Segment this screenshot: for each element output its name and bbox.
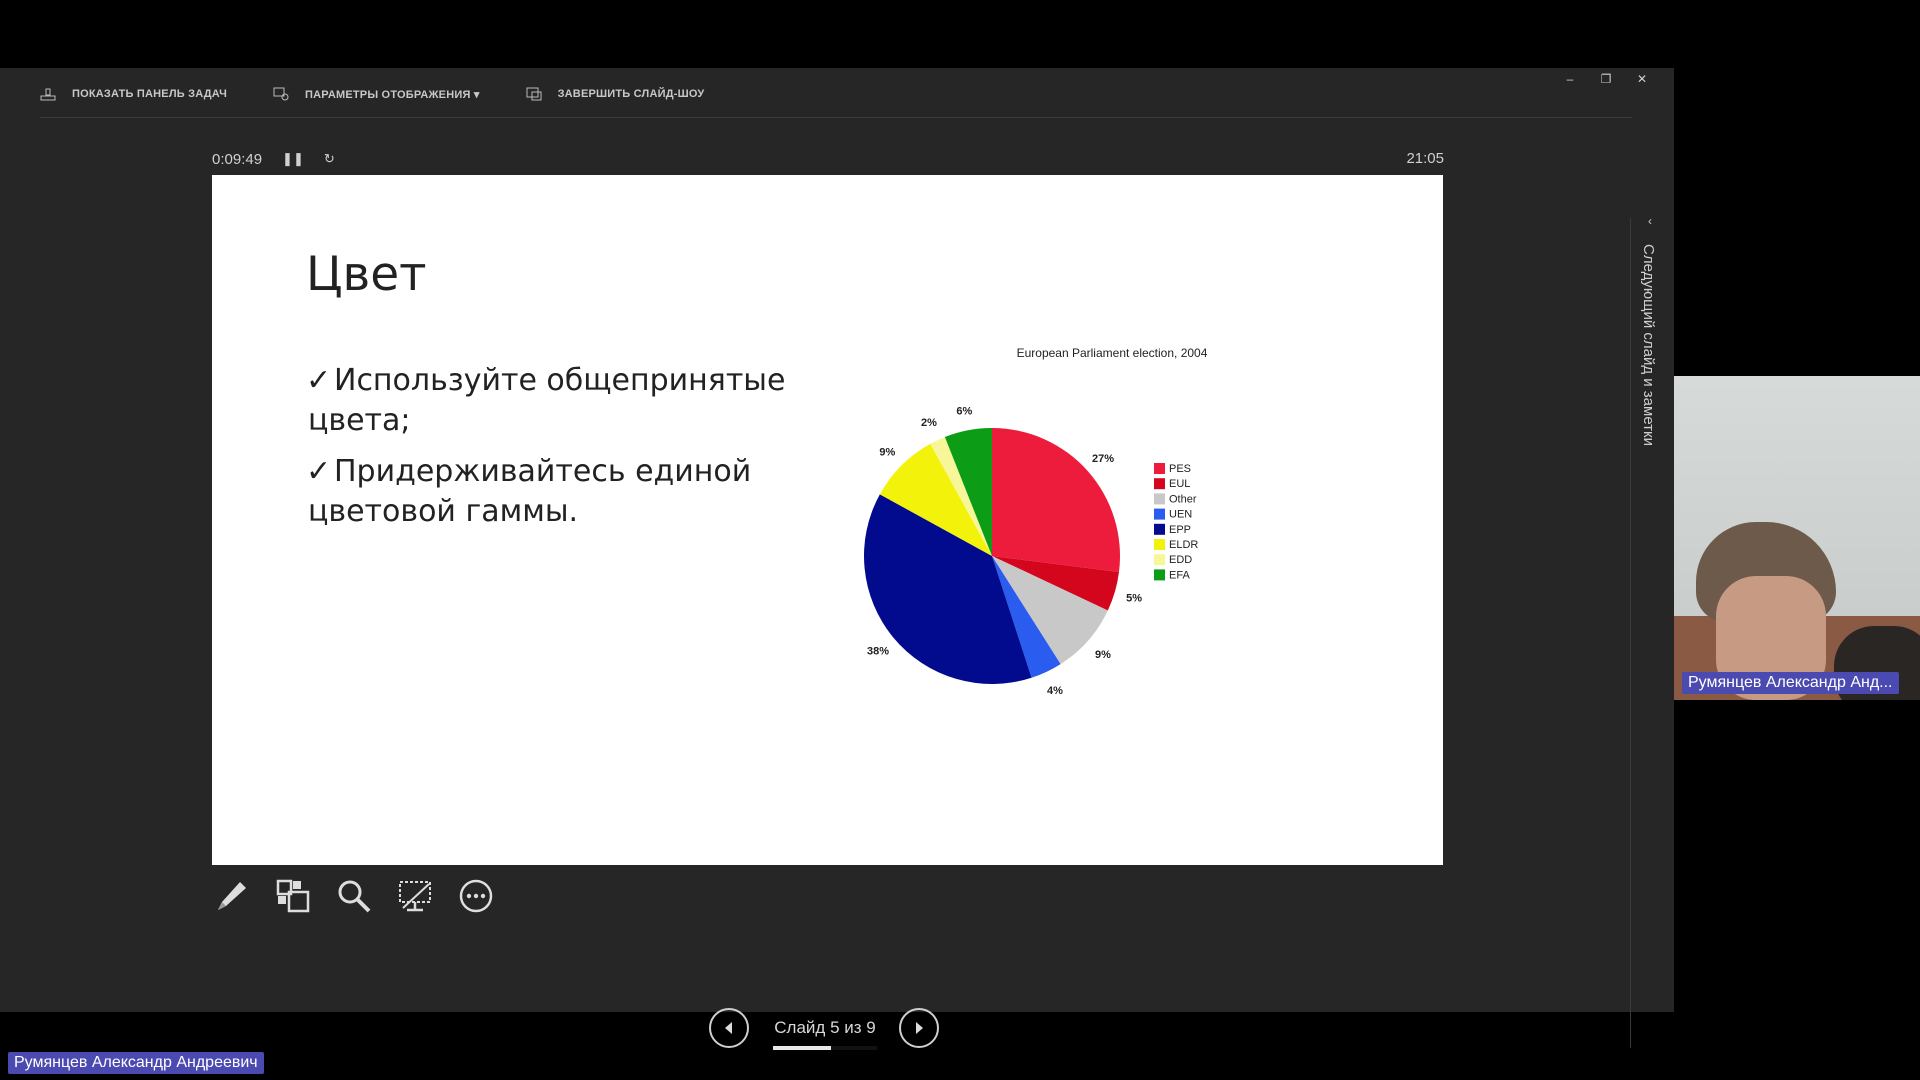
- pie-value-label: 27%: [1092, 453, 1114, 465]
- pie-value-label: 4%: [1047, 685, 1063, 697]
- legend-label: Other: [1169, 493, 1197, 505]
- timer-row: 0:09:49 ❚❚ ↻ 21:05: [212, 148, 1444, 170]
- bullet-item: ✓Используйте общепринятые цвета;: [306, 361, 828, 441]
- zoom-icon[interactable]: [334, 876, 374, 916]
- show-taskbar-label: ПОКАЗАТЬ ПАНЕЛЬ ЗАДАЧ: [72, 88, 228, 100]
- slide-progress-fill: [773, 1046, 832, 1050]
- previous-slide-button[interactable]: [709, 1008, 749, 1048]
- reset-icon[interactable]: ↻: [324, 151, 335, 167]
- legend-label: EPP: [1169, 524, 1191, 536]
- pause-icon[interactable]: ❚❚: [282, 151, 304, 167]
- slide-progress-bar: [773, 1046, 877, 1050]
- check-icon: ✓: [306, 363, 332, 398]
- legend-swatch: [1154, 523, 1165, 535]
- show-taskbar-button[interactable]: ПОКАЗАТЬ ПАНЕЛЬ ЗАДАЧ: [40, 87, 227, 101]
- restore-button[interactable]: ❐: [1588, 72, 1624, 86]
- legend-label: EDD: [1169, 554, 1192, 566]
- presenter-toolbar: ПОКАЗАТЬ ПАНЕЛЬ ЗАДАЧ ПАРАМЕТРЫ ОТОБРАЖЕ…: [40, 82, 750, 106]
- legend-swatch: [1154, 554, 1165, 566]
- legend-swatch: [1154, 478, 1165, 490]
- end-slideshow-button[interactable]: ЗАВЕРШИТЬ СЛАЙД-ШОУ: [526, 87, 705, 101]
- legend-label: EUL: [1169, 478, 1190, 490]
- display-settings-label: ПАРАМЕТРЫ ОТОБРАЖЕНИЯ ▾: [305, 88, 480, 101]
- chart-title: European Parliament election, 2004: [1017, 346, 1208, 360]
- participant-video: Румянцев Александр Анд...: [1674, 376, 1920, 700]
- chart-legend: PES EUL Other UEN EPP ELDR EDD EFA: [1154, 463, 1198, 581]
- sidebar-divider: [1630, 218, 1631, 1048]
- grid-icon[interactable]: [273, 876, 313, 916]
- slide-title: Цвет: [306, 247, 427, 302]
- legend-label: UEN: [1169, 509, 1192, 521]
- pie-slice-pes: [992, 428, 1120, 573]
- bullet-text: Придерживайтесь единой цветовой гаммы.: [308, 454, 752, 529]
- speaker-name-tag: Румянцев Александр Андреевич: [8, 1052, 264, 1074]
- screen-icon[interactable]: [395, 876, 435, 916]
- pen-icon[interactable]: [212, 876, 252, 916]
- check-icon: ✓: [306, 454, 332, 489]
- legend-swatch: [1154, 508, 1165, 520]
- bullet-text: Используйте общепринятые цвета;: [308, 363, 786, 438]
- more-icon[interactable]: [456, 876, 496, 916]
- pie-value-label: 9%: [1095, 649, 1111, 661]
- current-slide: Цвет ✓Используйте общепринятые цвета; ✓П…: [212, 175, 1443, 865]
- elapsed-timer: 0:09:49: [212, 150, 263, 168]
- pie-chart: European Parliament election, 2004 27% 5%…: [863, 346, 1208, 697]
- video-name-tag: Румянцев Александр Анд...: [1682, 672, 1899, 694]
- minimize-button[interactable]: –: [1552, 72, 1588, 86]
- next-slide-button[interactable]: [899, 1008, 939, 1048]
- legend-swatch: [1154, 569, 1165, 581]
- window-controls: – ❐ ✕: [1552, 72, 1660, 86]
- next-arrow-icon: [916, 1022, 923, 1034]
- legend-label: ELDR: [1169, 539, 1198, 551]
- display-settings-button[interactable]: ПАРАМЕТРЫ ОТОБРАЖЕНИЯ ▾: [273, 87, 480, 101]
- next-slide-notes-label[interactable]: Следующий слайд и заметки: [1640, 244, 1657, 446]
- legend-label: PES: [1169, 463, 1191, 475]
- slide-counter: Слайд 5 из 9: [773, 1018, 877, 1050]
- legend-swatch: [1154, 463, 1165, 474]
- presenter-view: ПОКАЗАТЬ ПАНЕЛЬ ЗАДАЧ ПАРАМЕТРЫ ОТОБРАЖЕ…: [0, 68, 1674, 1050]
- slide-counter-text: Слайд 5 из 9: [774, 1018, 876, 1037]
- pie-value-label: 2%: [921, 417, 937, 429]
- pie-value-label: 9%: [879, 446, 895, 458]
- previous-arrow-icon: [725, 1022, 732, 1034]
- clock: 21:05: [1406, 150, 1444, 167]
- toolbar-divider: [40, 117, 1632, 118]
- legend-swatch: [1154, 493, 1165, 505]
- end-slideshow-label: ЗАВЕРШИТЬ СЛАЙД-ШОУ: [557, 88, 705, 100]
- legend-label: EFA: [1169, 569, 1190, 581]
- end-slideshow-icon: [526, 87, 542, 101]
- pie-value-label: 5%: [1126, 592, 1142, 604]
- taskbar-icon: [40, 88, 56, 101]
- slide-navigation: Слайд 5 из 9: [709, 1008, 939, 1050]
- bullet-item: ✓Придерживайтесь единой цветовой гаммы.: [306, 452, 828, 532]
- pie-value-label: 38%: [867, 645, 889, 657]
- close-button[interactable]: ✕: [1624, 72, 1660, 86]
- slide-tools: [212, 876, 517, 916]
- pie-slices: [863, 428, 1120, 685]
- display-settings-icon: [273, 87, 289, 101]
- sidebar-toggle-icon[interactable]: ‹: [1648, 214, 1652, 228]
- legend-swatch: [1154, 539, 1165, 550]
- pie-value-label: 6%: [956, 406, 972, 418]
